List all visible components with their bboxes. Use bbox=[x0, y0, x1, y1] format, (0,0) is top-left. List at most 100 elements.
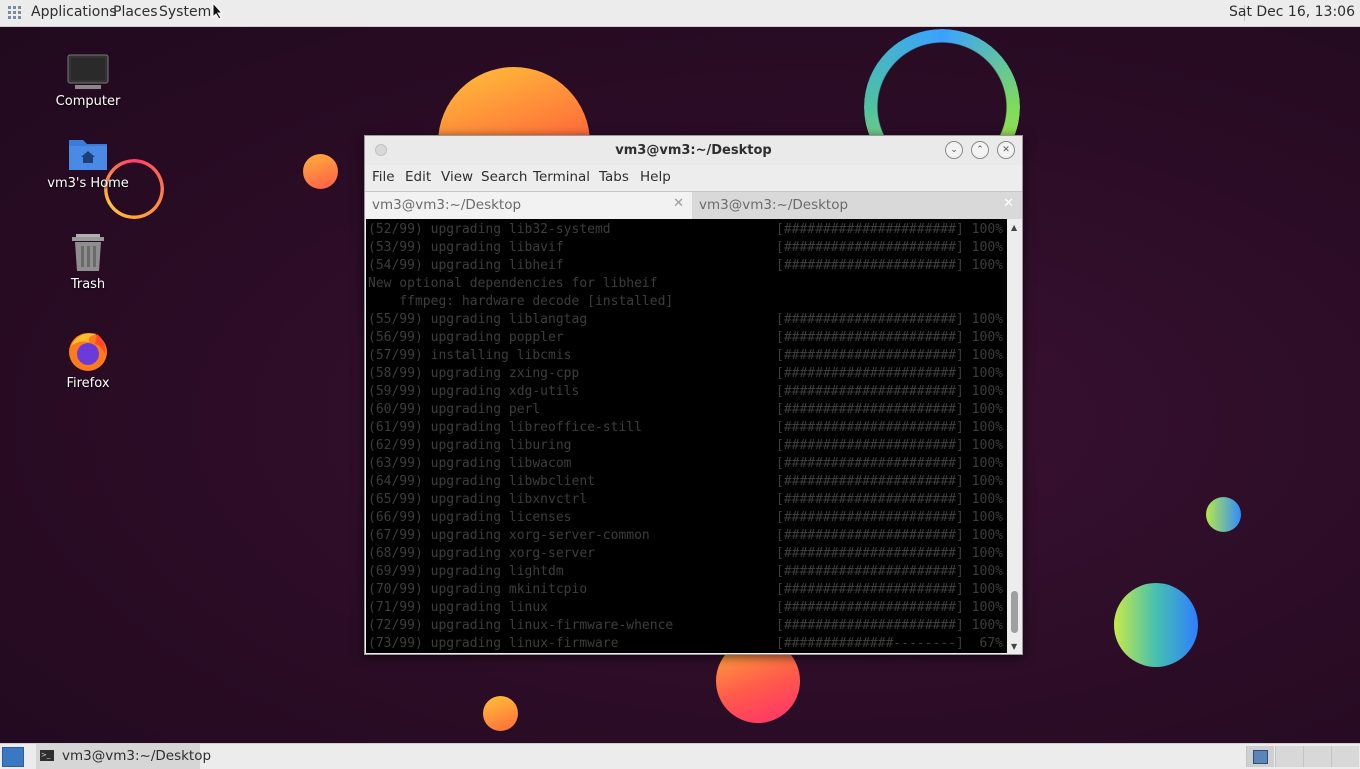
taskbar-item-terminal[interactable]: >_ vm3@vm3:~/Desktop bbox=[36, 744, 211, 769]
terminal-progress: [######################] 100% bbox=[776, 366, 1003, 381]
terminal-line: (58/99) upgrading zxing-cpp bbox=[368, 366, 580, 381]
workspace-1[interactable] bbox=[1246, 746, 1274, 767]
terminal-progress: [######################] 100% bbox=[776, 420, 1003, 435]
terminal-progress: [######################] 100% bbox=[776, 492, 1003, 507]
terminal-progress: [######################] 100% bbox=[776, 222, 1003, 237]
terminal-tabbar: vm3@vm3:~/Desktop ✕ vm3@vm3:~/Desktop ✕ bbox=[365, 191, 1022, 219]
menu-edit[interactable]: Edit bbox=[405, 169, 431, 185]
show-desktop-button[interactable] bbox=[2, 747, 24, 767]
menu-file[interactable]: File bbox=[372, 169, 395, 185]
decor-orange-circle-small bbox=[303, 154, 338, 189]
menu-places[interactable]: Places bbox=[113, 4, 158, 20]
workspace-window-preview bbox=[1253, 750, 1268, 764]
mouse-cursor-icon bbox=[212, 1, 224, 24]
scroll-up-icon[interactable]: ▲ bbox=[1011, 223, 1017, 232]
scroll-down-icon[interactable]: ▼ bbox=[1011, 642, 1017, 651]
desktop-icon-home[interactable]: vm3's Home bbox=[38, 134, 138, 191]
terminal-window: vm3@vm3:~/Desktop ⌄ ⌃ ✕ File Edit View S… bbox=[364, 135, 1023, 655]
computer-icon bbox=[67, 54, 109, 90]
terminal-line: (56/99) upgrading poppler bbox=[368, 330, 564, 345]
terminal-line: ffmpeg: hardware decode [installed] bbox=[368, 294, 674, 309]
terminal-progress: [######################] 100% bbox=[776, 330, 1003, 345]
terminal-line: (67/99) upgrading xorg-server-common bbox=[368, 528, 650, 543]
terminal-line: (68/99) upgrading xorg-server bbox=[368, 546, 595, 561]
terminal-progress: [######################] 100% bbox=[776, 456, 1003, 471]
terminal-progress: [######################] 100% bbox=[776, 582, 1003, 597]
terminal-icon: >_ bbox=[40, 750, 54, 761]
terminal-line: (57/99) installing libcmis bbox=[368, 348, 572, 363]
terminal-progress: [######################] 100% bbox=[776, 438, 1003, 453]
top-panel: Applications Places System Sat Dec 16, 1… bbox=[0, 0, 1360, 27]
terminal-scrollbar[interactable]: ▲ ▼ bbox=[1008, 219, 1021, 653]
terminal-line: (62/99) upgrading liburing bbox=[368, 438, 572, 453]
tab-close-icon[interactable]: ✕ bbox=[673, 196, 684, 211]
terminal-line: (53/99) upgrading libavif bbox=[368, 240, 564, 255]
bottom-panel: >_ vm3@vm3:~/Desktop bbox=[0, 743, 1360, 769]
menu-tabs[interactable]: Tabs bbox=[599, 169, 629, 185]
terminal-line: (59/99) upgrading xdg-utils bbox=[368, 384, 580, 399]
tab-1[interactable]: vm3@vm3:~/Desktop ✕ bbox=[365, 192, 692, 219]
terminal-progress: [######################] 100% bbox=[776, 384, 1003, 399]
menu-search[interactable]: Search bbox=[481, 169, 527, 185]
close-button[interactable]: ✕ bbox=[997, 141, 1015, 159]
terminal-line: (73/99) upgrading linux-firmware bbox=[368, 636, 619, 651]
applications-grid-icon[interactable] bbox=[8, 6, 21, 19]
minimize-button[interactable]: ⌄ bbox=[945, 141, 963, 159]
terminal-progress: [######################] 100% bbox=[776, 402, 1003, 417]
decor-green-blue-dot bbox=[1206, 497, 1241, 532]
workspace-4[interactable] bbox=[1331, 746, 1359, 767]
terminal-line: (61/99) upgrading libreoffice-still bbox=[368, 420, 642, 435]
decor-green-blue-circle bbox=[1114, 583, 1198, 667]
terminal-line: (71/99) upgrading linux bbox=[368, 600, 549, 615]
desktop-icon-trash[interactable]: Trash bbox=[38, 231, 138, 292]
desktop-icon-computer[interactable]: Computer bbox=[38, 54, 138, 109]
terminal-progress: [######################] 100% bbox=[776, 510, 1003, 525]
menu-terminal[interactable]: Terminal bbox=[533, 169, 590, 185]
workspace-3[interactable] bbox=[1303, 746, 1331, 767]
terminal-line: (54/99) upgrading libheif bbox=[368, 258, 564, 273]
tab-2[interactable]: vm3@vm3:~/Desktop ✕ bbox=[692, 192, 1022, 219]
home-folder-icon bbox=[67, 134, 109, 172]
terminal-line: (64/99) upgrading libwbclient bbox=[368, 474, 595, 489]
terminal-progress: [##############--------] 67% bbox=[776, 636, 1003, 651]
terminal-line: (60/99) upgrading perl bbox=[368, 402, 541, 417]
workspace-2[interactable] bbox=[1275, 746, 1303, 767]
firefox-icon bbox=[67, 330, 109, 372]
menu-system[interactable]: System bbox=[159, 4, 211, 20]
terminal-line: (52/99) upgrading lib32-systemd bbox=[368, 222, 611, 237]
desktop-icon-label: Firefox bbox=[66, 376, 110, 391]
desktop-icon-firefox[interactable]: Firefox bbox=[38, 330, 138, 391]
terminal-progress: [######################] 100% bbox=[776, 474, 1003, 489]
terminal-line: (70/99) upgrading mkinitcpio bbox=[368, 582, 588, 597]
terminal-line: (65/99) upgrading libxnvctrl bbox=[368, 492, 588, 507]
desktop-icon-label: Trash bbox=[70, 277, 106, 292]
terminal-progress: [######################] 100% bbox=[776, 546, 1003, 561]
terminal-progress: [######################] 100% bbox=[776, 600, 1003, 615]
window-title: vm3@vm3:~/Desktop bbox=[615, 143, 772, 158]
scrollbar-thumb[interactable] bbox=[1011, 591, 1018, 633]
terminal-progress: [######################] 100% bbox=[776, 240, 1003, 255]
tab-label: vm3@vm3:~/Desktop bbox=[699, 197, 849, 213]
menu-applications[interactable]: Applications bbox=[31, 4, 117, 20]
terminal-line: (72/99) upgrading linux-firmware-whence bbox=[368, 618, 674, 633]
clock[interactable]: Sat Dec 16, 13:06 bbox=[1229, 4, 1355, 20]
terminal-line: (63/99) upgrading libwacom bbox=[368, 456, 572, 471]
menu-help[interactable]: Help bbox=[640, 169, 671, 185]
terminal-progress: [######################] 100% bbox=[776, 528, 1003, 543]
terminal-line: (69/99) upgrading lightdm bbox=[368, 564, 564, 579]
terminal-progress: [######################] 100% bbox=[776, 564, 1003, 579]
tab-label: vm3@vm3:~/Desktop bbox=[372, 197, 522, 213]
terminal-progress: [######################] 100% bbox=[776, 258, 1003, 273]
tab-close-icon[interactable]: ✕ bbox=[1003, 196, 1014, 211]
terminal-menubar: File Edit View Search Terminal Tabs Help bbox=[365, 165, 1022, 190]
window-titlebar[interactable]: vm3@vm3:~/Desktop ⌄ ⌃ ✕ bbox=[365, 136, 1022, 165]
maximize-button[interactable]: ⌃ bbox=[971, 141, 989, 159]
desktop-icon-label: vm3's Home bbox=[47, 176, 129, 191]
terminal-progress: [######################] 100% bbox=[776, 312, 1003, 327]
desktop-icon-label: Computer bbox=[55, 94, 121, 109]
terminal-progress: [######################] 100% bbox=[776, 348, 1003, 363]
terminal-line: (66/99) upgrading licenses bbox=[368, 510, 572, 525]
terminal-output[interactable]: (52/99) upgrading lib32-systemd [########… bbox=[366, 219, 1007, 653]
menu-view[interactable]: View bbox=[441, 169, 473, 185]
trash-icon bbox=[68, 231, 108, 273]
